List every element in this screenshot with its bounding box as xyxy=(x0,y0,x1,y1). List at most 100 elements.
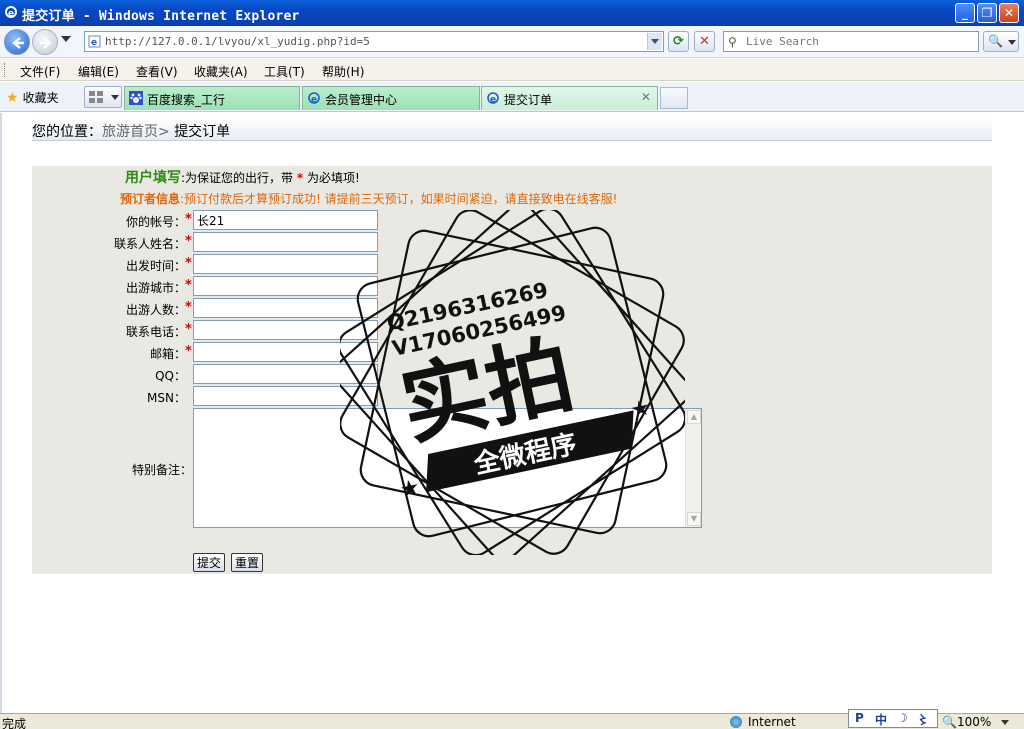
toolbar-grip xyxy=(4,63,7,77)
field-label: 你的帐号： xyxy=(125,215,186,229)
title-bar: e 提交订单 - Windows Internet Explorer _ ❐ ✕ xyxy=(0,0,1024,26)
ie-icon: e xyxy=(5,6,17,19)
svg-text:e: e xyxy=(91,38,97,48)
close-button[interactable]: ✕ xyxy=(999,3,1019,23)
required-star: * xyxy=(185,300,192,315)
zoom-level: 100% xyxy=(956,715,992,729)
page-border xyxy=(0,113,2,713)
refresh-button[interactable]: ⟳ xyxy=(668,31,689,52)
url-dropdown-button[interactable] xyxy=(647,33,662,50)
close-tab-icon[interactable]: ✕ xyxy=(641,90,651,104)
field-label: 邮箱： xyxy=(149,347,186,361)
search-icon: ⚲ xyxy=(728,35,737,49)
tab-baidu[interactable]: 百度搜索_工行 xyxy=(124,86,300,110)
tab-submit-order[interactable]: e 提交订单 ✕ xyxy=(481,86,658,110)
arrow-left-icon xyxy=(12,37,24,49)
status-text: 完成 xyxy=(2,717,27,729)
required-star: * xyxy=(185,234,192,249)
svg-text:e: e xyxy=(490,95,496,105)
ime-logo-icon[interactable]: P xyxy=(855,711,864,725)
booker-hint: 预订者信息:预订付款后才算预订成功! 请提前三天预订，如果时间紧迫，请直接致电在… xyxy=(120,190,618,207)
breadcrumb-home-link[interactable]: 旅游首页 xyxy=(102,124,158,140)
chevron-down-icon xyxy=(1001,720,1010,725)
search-go-button[interactable]: 🔍 xyxy=(983,31,1019,52)
address-toolbar: e ⟳ ✕ ⚲ 🔍 xyxy=(0,26,1024,58)
star-icon: ★ xyxy=(6,90,19,106)
booker-title: 预订者信息 xyxy=(120,192,181,206)
ime-mode-chinese[interactable]: 中 xyxy=(875,711,887,728)
star-icon: ★ xyxy=(628,395,653,424)
hint-title: 用户填写 xyxy=(125,170,181,186)
scroll-down-icon[interactable]: ▼ xyxy=(687,512,701,526)
required-star: * xyxy=(185,256,192,271)
required-star: * xyxy=(296,171,304,185)
chevron-down-icon xyxy=(1008,40,1016,45)
required-star: * xyxy=(185,212,192,227)
field-label: 联系人姓名： xyxy=(113,237,186,251)
menu-view[interactable]: 查看(V) xyxy=(136,63,178,80)
ime-halfwidth-icon[interactable]: ☽ xyxy=(897,711,908,725)
quick-tabs-icon xyxy=(89,91,103,103)
menu-file[interactable]: 文件(F) xyxy=(20,63,60,80)
field-label: QQ： xyxy=(155,369,186,383)
hint-text: :为保证您的出行，带 xyxy=(181,171,294,185)
breadcrumb-prefix: 您的位置： xyxy=(32,124,102,140)
forward-button[interactable] xyxy=(32,29,58,55)
field-label: MSN： xyxy=(147,391,186,405)
scroll-up-icon[interactable]: ▲ xyxy=(687,410,701,424)
search-input[interactable] xyxy=(746,33,974,50)
ime-toolbar[interactable]: P 中 ☽ 〻 xyxy=(848,709,938,728)
chevron-down-icon xyxy=(111,95,119,100)
tab-label: 会员管理中心 xyxy=(325,93,398,107)
submit-button[interactable]: 提交 xyxy=(193,553,226,572)
menu-tools[interactable]: 工具(T) xyxy=(264,63,305,80)
required-star: * xyxy=(185,344,192,359)
history-dropdown-icon[interactable] xyxy=(61,36,71,42)
minimize-button[interactable]: _ xyxy=(955,3,975,23)
menu-favorites[interactable]: 收藏夹(A) xyxy=(194,63,248,80)
search-box[interactable]: ⚲ xyxy=(723,31,979,52)
tab-member-center[interactable]: e 会员管理中心 xyxy=(302,86,480,110)
svg-text:e: e xyxy=(311,95,317,105)
notes-label: 特别备注： xyxy=(132,463,193,477)
arrow-right-icon xyxy=(40,37,52,49)
ime-punctuation-icon[interactable]: 〻 xyxy=(917,711,929,728)
status-bar: 完成 Internet P 中 ☽ 〻 🔍100% xyxy=(0,709,1024,729)
watermark-stamp: Q2196316269 V17060256499 实拍 全微程序 ★ ★ xyxy=(340,210,685,555)
booker-text: :预订付款后才算预订成功! 请提前三天预订，如果时间紧迫，请直接致电在线客服! xyxy=(180,192,618,206)
menu-help[interactable]: 帮助(H) xyxy=(322,63,364,80)
tab-bar: ★ 收藏夹 百度搜索_工行 e 会员管理中心 e 提交订单 ✕ xyxy=(0,82,1024,112)
required-star: * xyxy=(185,322,192,337)
favorites-label: 收藏夹 xyxy=(22,91,59,105)
svg-text:e: e xyxy=(8,9,14,19)
required-hint: 用户填写:为保证您的出行，带 * 为必填项! xyxy=(125,167,360,187)
baidu-paw-icon xyxy=(129,91,143,105)
menu-edit[interactable]: 编辑(E) xyxy=(78,63,119,80)
field-label: 出游人数： xyxy=(125,303,186,317)
textarea-scrollbar[interactable]: ▲ ▼ xyxy=(685,409,701,527)
zoom-control[interactable]: 🔍100% xyxy=(942,715,1010,729)
reset-button[interactable]: 重置 xyxy=(231,553,264,572)
maximize-button[interactable]: ❐ xyxy=(977,3,997,23)
breadcrumb: 您的位置：旅游首页> 提交订单 xyxy=(32,117,992,141)
quick-tabs-button[interactable] xyxy=(84,86,122,108)
required-star: * xyxy=(185,278,192,293)
zone-label: Internet xyxy=(748,715,796,729)
security-zone: Internet xyxy=(730,715,796,729)
field-label: 出游城市： xyxy=(125,281,186,295)
breadcrumb-separator: > xyxy=(158,124,170,140)
hint-end: 为必填项! xyxy=(306,171,360,185)
ie-page-icon: e xyxy=(308,92,320,105)
tab-label: 百度搜索_工行 xyxy=(147,93,226,107)
globe-icon xyxy=(730,716,742,728)
favorites-button[interactable]: ★ 收藏夹 xyxy=(6,89,59,106)
url-input[interactable] xyxy=(105,33,635,50)
back-button[interactable] xyxy=(4,29,30,55)
new-tab-button[interactable] xyxy=(660,87,688,109)
address-bar[interactable]: e xyxy=(84,31,664,52)
ie-page-icon: e xyxy=(487,92,499,105)
menu-bar: 文件(F) 编辑(E) 查看(V) 收藏夹(A) 工具(T) 帮助(H) xyxy=(0,59,1024,81)
breadcrumb-current: 提交订单 xyxy=(174,124,231,140)
tab-label: 提交订单 xyxy=(504,93,553,107)
stop-button[interactable]: ✕ xyxy=(694,31,715,52)
